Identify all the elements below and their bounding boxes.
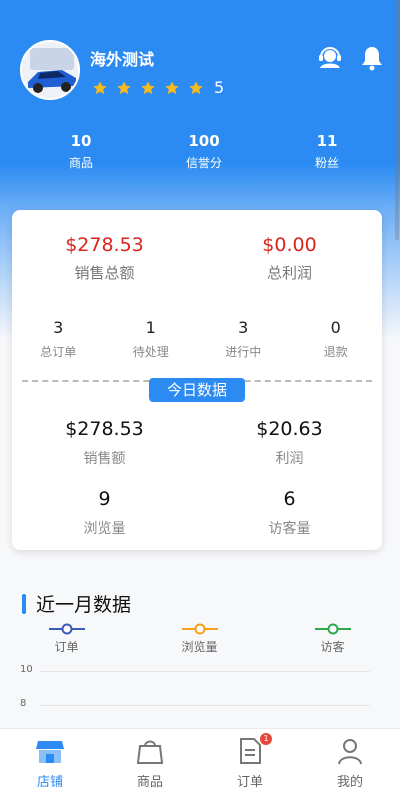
profit-total-value: $0.00 (262, 234, 317, 256)
shop-stats: 10 商品 100 信誉分 11 粉丝 (0, 132, 400, 171)
order-stat-in-progress[interactable]: 3 进行中 (197, 318, 290, 360)
today-views-value: 9 (98, 488, 111, 510)
stat-credit-score[interactable]: 100 信誉分 (159, 132, 249, 171)
order-stat-total[interactable]: 3 总订单 (12, 318, 105, 360)
order-stat-label: 退款 (323, 345, 348, 359)
tab-label: 商品 (136, 775, 163, 790)
today-sales-label: 销售额 (83, 451, 126, 467)
rating-value: 5 (214, 78, 225, 97)
sales-total-label: 销售总额 (74, 264, 135, 282)
monthly-section-title: 近一月数据 (22, 590, 131, 617)
order-stats-row: 3 总订单 1 待处理 3 进行中 0 退款 (12, 318, 382, 360)
sales-total: $278.53 销售总额 (12, 234, 197, 283)
bell-icon (362, 47, 382, 71)
today-row-2: 9 浏览量 6 访客量 (12, 488, 382, 538)
profit-total-label: 总利润 (266, 264, 312, 282)
star-icon (165, 80, 179, 94)
stat-followers[interactable]: 11 粉丝 (282, 132, 372, 171)
customer-service-button[interactable] (316, 44, 344, 72)
grid-line (40, 671, 370, 672)
today-visitors-value: 6 (283, 488, 296, 510)
today-data-badge: 今日数据 (149, 378, 245, 402)
title-accent-bar (22, 593, 26, 614)
legend-label: 订单 (54, 640, 79, 654)
chart-legend: 订单 浏览量 访客 (0, 622, 400, 655)
monthly-title: 近一月数据 (36, 594, 132, 616)
profit-total: $0.00 总利润 (197, 234, 382, 283)
tab-label: 店铺 (36, 775, 63, 790)
order-stat-pending[interactable]: 1 待处理 (105, 318, 198, 360)
today-row-1: $278.53 销售额 $20.63 利润 (12, 418, 382, 468)
today-profit-value: $20.63 (256, 418, 323, 440)
legend-line-icon (181, 623, 218, 635)
order-stat-value: 3 (238, 318, 249, 337)
shop-icon (36, 741, 64, 763)
today-profit-label: 利润 (275, 451, 304, 467)
legend-line-icon (314, 623, 351, 635)
order-stat-refund[interactable]: 0 退款 (290, 318, 383, 360)
stat-value: 11 (316, 132, 338, 150)
order-stat-label: 进行中 (225, 345, 262, 359)
tab-shop[interactable]: 店铺 (0, 729, 100, 800)
order-stat-value: 1 (145, 318, 156, 337)
legend-label: 浏览量 (181, 640, 218, 654)
rating-stars: 5 (92, 78, 224, 97)
tab-products[interactable]: 商品 (100, 729, 200, 800)
today-profit: $20.63 利润 (197, 418, 382, 468)
today-views: 9 浏览量 (12, 488, 197, 538)
legend-label: 访客 (320, 640, 345, 654)
star-icon (93, 80, 107, 94)
stat-products[interactable]: 10 商品 (36, 132, 126, 171)
tab-orders[interactable]: 订单 (200, 729, 300, 800)
grid-line (40, 705, 370, 706)
y-tick-label: 8 (20, 698, 27, 709)
tab-label: 我的 (336, 775, 363, 790)
today-visitors: 6 访客量 (197, 488, 382, 538)
stat-value: 10 (70, 132, 92, 150)
shop-avatar[interactable] (20, 40, 80, 100)
order-stat-value: 0 (330, 318, 341, 337)
orders-badge: 1 (260, 733, 272, 745)
order-stat-value: 3 (53, 318, 64, 337)
order-stat-label: 待处理 (132, 345, 169, 359)
bottom-tab-bar: 店铺 商品 订单 我的 1 (0, 728, 400, 800)
legend-orders[interactable]: 订单 (0, 622, 133, 655)
star-icon (141, 80, 155, 94)
stat-label: 粉丝 (314, 156, 339, 170)
shop-name: 海外测试 (90, 50, 155, 69)
headset-icon (319, 47, 341, 68)
today-visitors-label: 访客量 (268, 521, 311, 537)
stat-value: 100 (188, 132, 220, 150)
totals-row: $278.53 销售总额 $0.00 总利润 (12, 234, 382, 283)
today-sales-value: $278.53 (65, 418, 144, 440)
legend-views[interactable]: 浏览量 (133, 622, 266, 655)
user-icon (338, 739, 362, 765)
star-icon (117, 80, 131, 94)
tab-label: 订单 (236, 775, 263, 790)
y-tick-label: 10 (20, 664, 33, 675)
today-sales: $278.53 销售额 (12, 418, 197, 468)
notification-button[interactable] (358, 44, 386, 72)
stat-label: 商品 (68, 156, 93, 170)
star-icon (189, 80, 203, 94)
order-stat-label: 总订单 (40, 345, 77, 359)
tab-mine[interactable]: 我的 (300, 729, 400, 800)
legend-visitors[interactable]: 访客 (266, 622, 399, 655)
bag-icon (136, 740, 164, 764)
scrollbar[interactable] (395, 0, 399, 240)
today-views-label: 浏览量 (83, 521, 126, 537)
legend-line-icon (48, 623, 85, 635)
sales-total-value: $278.53 (65, 234, 144, 256)
summary-card: $278.53 销售总额 $0.00 总利润 3 总订单 1 待处理 3 进行中… (12, 210, 382, 550)
stat-label: 信誉分 (185, 156, 222, 170)
